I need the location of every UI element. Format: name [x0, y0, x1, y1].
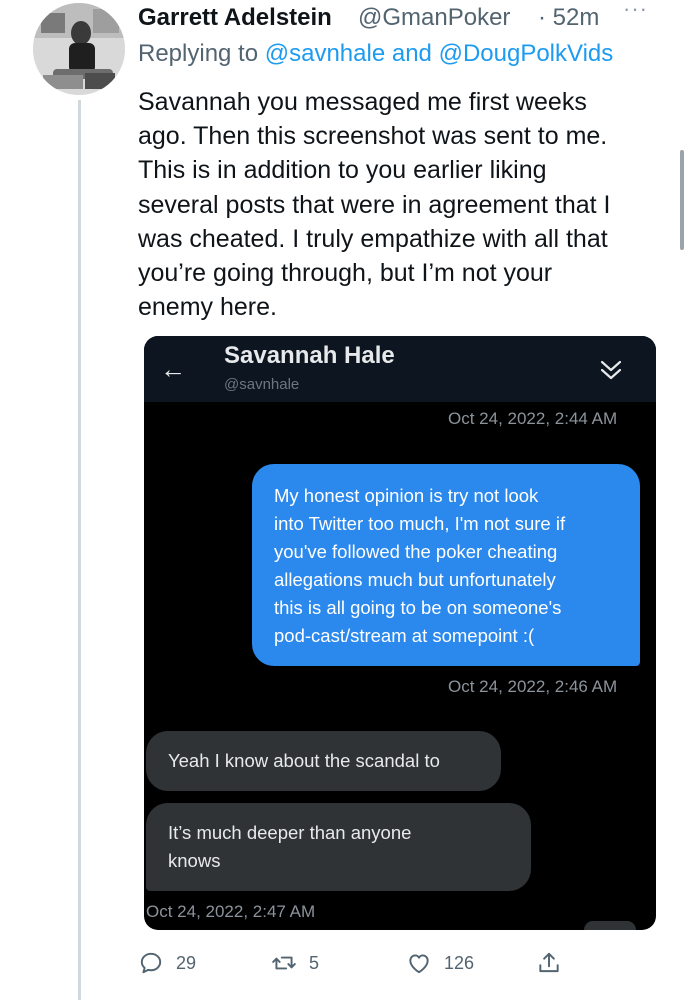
reply-button[interactable]: 29 — [138, 946, 196, 980]
message-line: pod-cast/stream at somepoint :( — [274, 625, 535, 646]
reply-tweet: Garrett Adelstein @GmanPoker · 52m ··· R… — [138, 0, 678, 321]
tweet-text-line: enemy here. — [138, 293, 277, 322]
tweet-header: Garrett Adelstein @GmanPoker · 52m ··· — [138, 0, 678, 34]
incoming-message: It’s much deeper than anyone knows — [146, 803, 531, 891]
retweet-icon — [272, 956, 296, 970]
outgoing-message: My honest opinion is try not look into T… — [252, 464, 640, 666]
message-line: into Twitter too much, I'm not sure if — [274, 513, 566, 534]
tweet-text: Savannah you messaged me first weeks ago… — [138, 85, 678, 324]
avatar-photo — [33, 3, 125, 95]
page-scrollbar[interactable] — [680, 150, 684, 250]
message-timestamp: Oct 24, 2022, 2:47 AM — [146, 902, 316, 921]
like-count: 126 — [444, 952, 475, 973]
more-horizontal-icon[interactable]: ··· — [623, 0, 648, 22]
thread-line — [78, 100, 81, 1000]
message-line: Yeah I know about the scandal to — [168, 750, 440, 771]
replying-to: Replying to @savnhale and @DougPolkVids — [138, 40, 613, 68]
message-line: My honest opinion is try not look — [274, 485, 539, 506]
double-chevron-down-icon — [600, 360, 622, 380]
dm-contact-handle: @savnhale — [224, 376, 300, 393]
message-line: allegations much but unfortunately — [274, 569, 556, 590]
like-button[interactable]: 126 — [406, 946, 474, 980]
tweet-timestamp[interactable]: · 52m — [538, 4, 599, 32]
message-timestamp: Oct 24, 2022, 2:46 AM — [448, 677, 618, 696]
attached-screenshot[interactable]: ← Savannah Hale @savnhale Oct 24, 2022, … — [144, 336, 656, 930]
reply-count: 29 — [176, 952, 197, 973]
tweet-text-line: This is in addition to you earlier likin… — [138, 156, 547, 185]
share-icon — [539, 952, 559, 973]
replying-and[interactable]: and — [392, 40, 432, 67]
author-name[interactable]: Garrett Adelstein — [138, 4, 332, 32]
tweet-text-line: Savannah you messaged me first weeks — [138, 88, 587, 116]
dm-header: ← Savannah Hale @savnhale — [144, 336, 656, 402]
mention-dougpolkvids[interactable]: @DougPolkVids — [439, 40, 614, 67]
author-handle[interactable]: @GmanPoker — [358, 4, 510, 32]
tweet-text-line: several posts that were in agreement tha… — [138, 190, 611, 219]
message-line: this is all going to be on someone's — [274, 597, 562, 618]
tweet-text-line: ago. Then this screenshot was sent to me… — [138, 122, 608, 151]
avatar[interactable] — [33, 3, 125, 95]
dm-contact-name: Savannah Hale — [224, 342, 395, 369]
reply-icon — [140, 952, 162, 974]
tweet-text-line: you’re going through, but I’m not your — [138, 259, 553, 288]
back-arrow-icon: ← — [160, 354, 186, 384]
retweet-count: 5 — [309, 952, 320, 973]
tweet-actions: 29 5 126 — [138, 946, 568, 980]
tweet-text-line: was cheated. I truly empathize with all … — [138, 224, 608, 253]
mention-savnhale[interactable]: @savnhale — [265, 40, 385, 67]
incoming-message: Yeah I know about the scandal to — [146, 731, 501, 791]
message-line: knows — [168, 850, 221, 871]
scroll-to-bottom-button — [584, 921, 636, 930]
retweet-button[interactable]: 5 — [271, 946, 319, 980]
replying-prefix: Replying to — [138, 40, 259, 67]
message-timestamp: Oct 24, 2022, 2:44 AM — [448, 409, 618, 428]
message-line: It’s much deeper than anyone — [168, 822, 412, 843]
message-line: you've followed the poker cheating — [274, 541, 558, 562]
like-icon — [409, 954, 429, 974]
share-button[interactable] — [536, 946, 562, 980]
